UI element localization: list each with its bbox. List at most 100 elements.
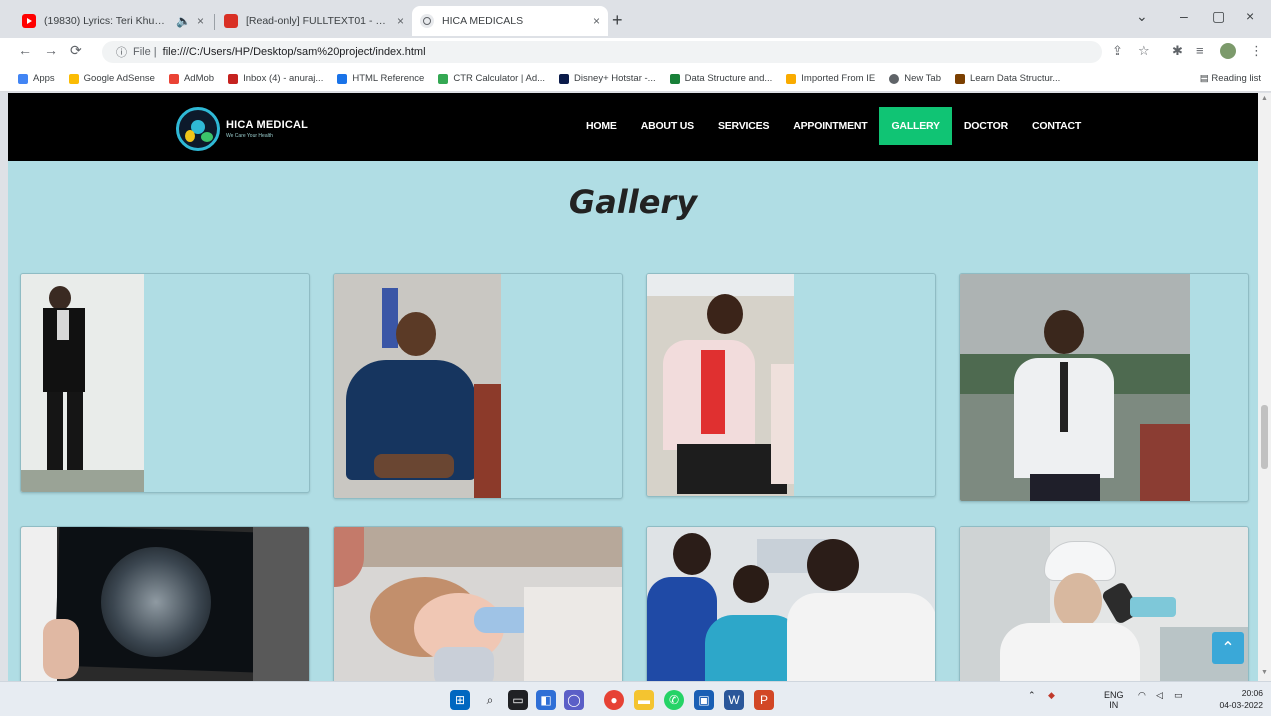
gallery-card[interactable] — [333, 273, 623, 499]
new-tab-button[interactable]: + — [612, 10, 623, 31]
address-bar[interactable]: ⓘ File | file:///C:/Users/HP/Desktop/sam… — [102, 41, 1102, 63]
file-explorer-icon[interactable]: ▬ — [634, 690, 654, 710]
system-clock[interactable]: 20:06 04-03-2022 — [1220, 687, 1263, 711]
logo-name: HICA MEDICAL — [226, 119, 309, 131]
bookmark-item[interactable]: Google AdSense — [68, 73, 155, 84]
back-arrow-icon[interactable]: ← — [18, 42, 32, 58]
gallery-card[interactable] — [20, 273, 310, 493]
site-logo[interactable]: HICA MEDICAL We Care Your Health — [176, 107, 308, 151]
bookmark-item[interactable]: HTML Reference — [337, 73, 424, 84]
page-scrollbar[interactable]: ▲ ▼ — [1258, 93, 1271, 681]
antivirus-icon[interactable]: ◆ — [1048, 690, 1055, 701]
maximize-icon[interactable]: ▢ — [1212, 8, 1225, 25]
bookmark-item[interactable]: Data Structure and... — [669, 73, 772, 84]
adsense-icon — [68, 73, 79, 84]
scroll-up-icon[interactable]: ▲ — [1261, 95, 1268, 102]
nav-about-us[interactable]: ABOUT US — [629, 107, 706, 145]
reload-icon[interactable]: ⟳ — [70, 42, 82, 59]
extensions-icon[interactable]: ✱ — [1172, 43, 1183, 59]
url-scheme: File | — [133, 46, 157, 58]
calculator-icon — [438, 73, 449, 84]
w3-icon — [337, 73, 348, 84]
logo-tagline: We Care Your Health — [226, 133, 273, 139]
forward-arrow-icon[interactable]: → — [44, 42, 58, 58]
nav-home[interactable]: HOME — [574, 107, 629, 145]
tab-search-icon[interactable]: ⌄ — [1136, 8, 1148, 25]
star-icon[interactable]: ☆ — [1138, 43, 1150, 59]
bookmark-item[interactable]: New Tab — [889, 73, 941, 84]
bookmark-item[interactable]: Inbox (4) - anuraj... — [228, 73, 323, 84]
reading-list-button[interactable]: ▤ Reading list — [1200, 73, 1261, 84]
powerpoint-icon[interactable]: P — [754, 690, 774, 710]
search-icon[interactable]: ⌕ — [480, 690, 500, 710]
site-menu: HOME ABOUT US SERVICES APPOINTMENT GALLE… — [574, 107, 1093, 145]
nav-services[interactable]: SERVICES — [706, 107, 781, 145]
gallery-card[interactable] — [959, 273, 1249, 502]
bookmark-item[interactable]: Learn Data Structur... — [955, 73, 1060, 84]
tab-label: [Read-only] FULLTEXT01 - Compat — [246, 15, 391, 27]
wifi-icon[interactable]: ◠ — [1138, 690, 1146, 701]
chrome-icon[interactable]: ● — [604, 690, 624, 710]
windows-start-icon[interactable]: ⊞ — [450, 690, 470, 710]
reading-list-icon: ▤ — [1199, 73, 1212, 84]
close-icon[interactable]: × — [197, 14, 204, 28]
bookmark-item[interactable]: CTR Calculator | Ad... — [438, 73, 545, 84]
bookmarks-bar: Apps Google AdSense AdMob Inbox (4) - an… — [0, 66, 1271, 92]
gallery-card[interactable] — [646, 526, 936, 681]
chat-icon[interactable]: ◯ — [564, 690, 584, 710]
admob-icon — [168, 73, 179, 84]
volume-icon[interactable]: ◁ — [1156, 690, 1163, 701]
share-icon[interactable]: ⇪ — [1112, 43, 1123, 59]
bookmark-item[interactable]: Disney+ Hotstar -... — [559, 73, 656, 84]
bookmark-item[interactable]: Imported From IE — [786, 73, 875, 84]
scrollbar-thumb[interactable] — [1261, 405, 1268, 469]
chevron-up-icon: ⌃ — [1221, 640, 1235, 657]
browser-tab-youtube[interactable]: (19830) Lyrics: Teri Khushbu 🔈 × — [14, 6, 212, 36]
nav-contact[interactable]: CONTACT — [1020, 107, 1093, 145]
word-icon[interactable]: W — [724, 690, 744, 710]
gallery-title: Gallery — [568, 183, 698, 221]
minimize-icon[interactable]: – — [1180, 8, 1188, 24]
close-icon[interactable]: × — [397, 14, 404, 28]
store-icon[interactable]: ▣ — [694, 690, 714, 710]
chevron-up-icon[interactable]: ⌃ — [1028, 690, 1036, 701]
gallery-card[interactable] — [333, 526, 623, 681]
bookmark-item[interactable]: Apps — [18, 73, 55, 84]
gallery-card[interactable] — [959, 526, 1249, 681]
gallery-photo-man-blue-jacket — [334, 274, 501, 498]
language-indicator[interactable]: ENG IN — [1104, 690, 1124, 710]
task-view-icon[interactable]: ▭ — [508, 690, 528, 710]
scroll-down-icon[interactable]: ▼ — [1261, 669, 1268, 676]
page-viewport: HICA MEDICAL We Care Your Health HOME AB… — [8, 93, 1258, 681]
gallery-card[interactable] — [646, 273, 936, 497]
browser-tab-pdf[interactable]: [Read-only] FULLTEXT01 - Compat × — [216, 6, 412, 36]
nav-doctor[interactable]: DOCTOR — [952, 107, 1020, 145]
bookmark-item[interactable]: AdMob — [168, 73, 214, 84]
nav-appointment[interactable]: APPOINTMENT — [781, 107, 879, 145]
tab-label: (19830) Lyrics: Teri Khushbu — [44, 15, 171, 27]
pdf-icon — [224, 14, 238, 28]
gallery-photo-doctors-xray — [647, 527, 935, 681]
profile-avatar[interactable] — [1220, 43, 1236, 59]
gmail-icon — [228, 73, 239, 84]
back-to-top-button[interactable]: ⌃ — [1212, 632, 1244, 664]
speaker-icon[interactable]: 🔈 — [176, 14, 191, 28]
apps-grid-icon — [18, 73, 28, 84]
gallery-card[interactable] — [20, 526, 310, 681]
reading-list-icon[interactable]: ≡ — [1196, 43, 1204, 58]
nav-gallery[interactable]: GALLERY — [879, 107, 952, 145]
close-icon[interactable]: × — [593, 14, 600, 28]
browser-tab-active[interactable]: HICA MEDICALS × — [412, 6, 608, 36]
gfg-icon — [669, 73, 680, 84]
gallery-photo-man-in-suit — [21, 274, 144, 492]
menu-kebab-icon[interactable]: ⋮ — [1250, 43, 1263, 59]
gallery-photo-dentist — [334, 527, 622, 681]
whatsapp-icon[interactable]: ✆ — [664, 690, 684, 710]
tab-label: HICA MEDICALS — [442, 15, 524, 27]
gallery-photo-man-pink-shirt — [647, 274, 794, 496]
info-icon[interactable]: ⓘ — [116, 44, 127, 60]
browser-tab-strip: (19830) Lyrics: Teri Khushbu 🔈 × [Read-o… — [0, 0, 1271, 38]
widgets-icon[interactable]: ◧ — [536, 690, 556, 710]
battery-icon[interactable]: ▭ — [1174, 690, 1183, 701]
close-window-icon[interactable]: × — [1246, 8, 1254, 24]
